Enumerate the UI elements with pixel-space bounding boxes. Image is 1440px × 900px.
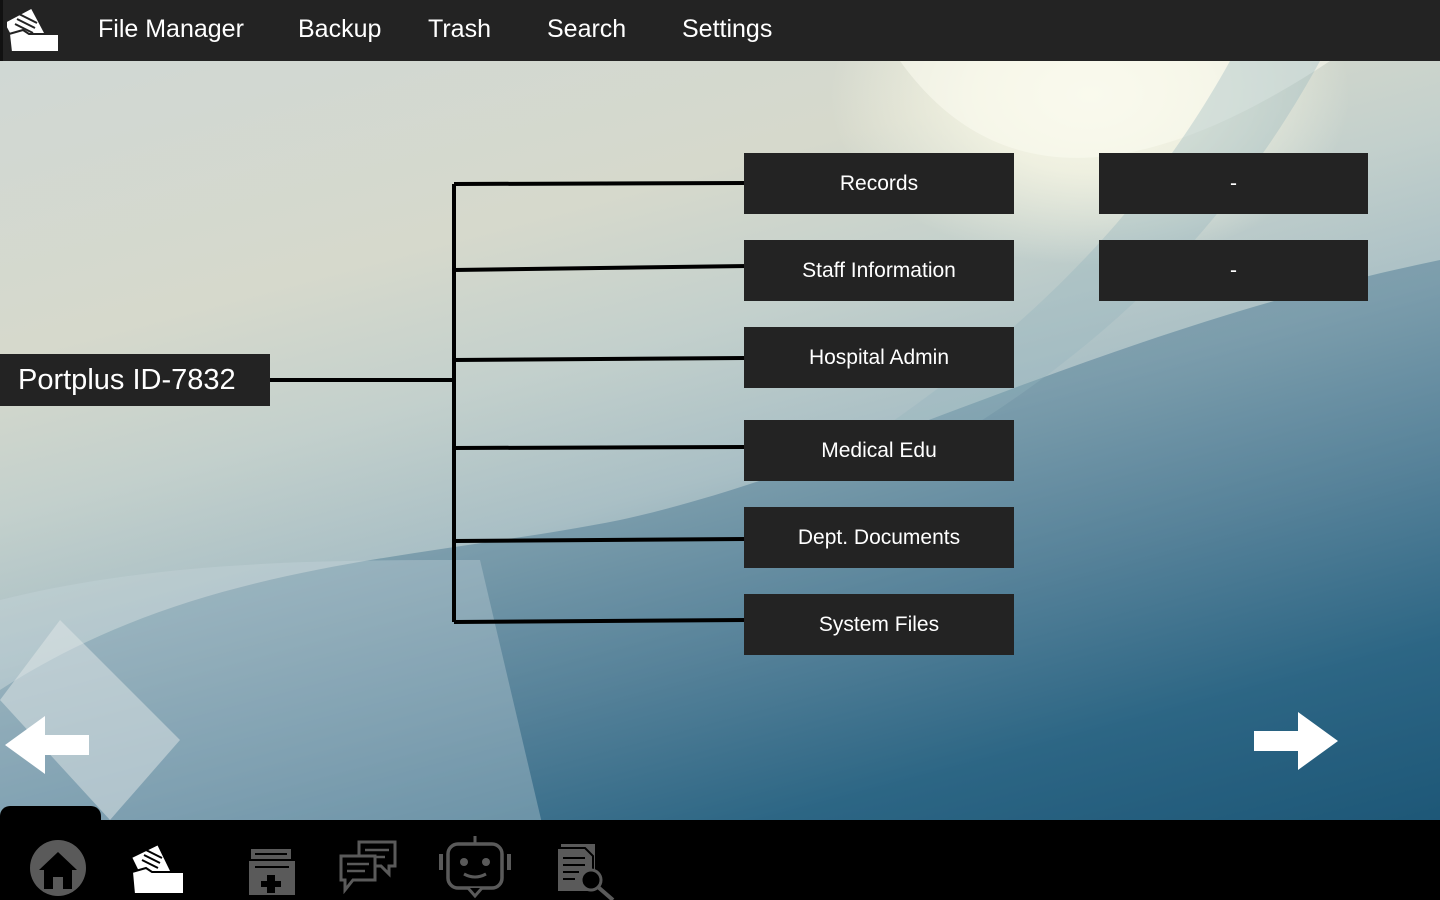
nav-trash[interactable]: Trash [428, 14, 491, 44]
nav-backup[interactable]: Backup [298, 14, 381, 44]
folder-records[interactable]: Records [744, 153, 1014, 214]
nav-file-manager[interactable]: File Manager [98, 14, 244, 44]
robot-icon[interactable] [438, 836, 512, 900]
home-icon[interactable] [29, 839, 87, 897]
document-search-icon[interactable] [555, 840, 617, 900]
chat-icon[interactable] [339, 840, 397, 894]
back-arrow-icon[interactable] [5, 716, 89, 774]
device-root-node[interactable]: Portplus ID-7832 [0, 354, 270, 406]
folder-hospital-admin[interactable]: Hospital Admin [744, 327, 1014, 388]
folder-system-files[interactable]: System Files [744, 594, 1014, 655]
medical-file-icon[interactable] [247, 847, 297, 895]
folder-medical-edu[interactable]: Medical Edu [744, 420, 1014, 481]
file-manager-logo-icon[interactable] [7, 0, 63, 56]
subfolder-slot-2[interactable]: - [1099, 240, 1368, 301]
folder-dept-documents[interactable]: Dept. Documents [744, 507, 1014, 568]
folder-staff-information[interactable]: Staff Information [744, 240, 1014, 301]
file-folder-icon[interactable] [130, 840, 186, 896]
nav-search[interactable]: Search [547, 14, 626, 44]
background-wave-shapes [0, 61, 1440, 900]
nav-settings[interactable]: Settings [682, 14, 772, 44]
forward-arrow-icon[interactable] [1254, 712, 1338, 770]
bottom-dock [0, 820, 1440, 900]
top-navigation-bar: File Manager Backup Trash Search Setting… [0, 0, 1440, 61]
subfolder-slot-1[interactable]: - [1099, 153, 1368, 214]
